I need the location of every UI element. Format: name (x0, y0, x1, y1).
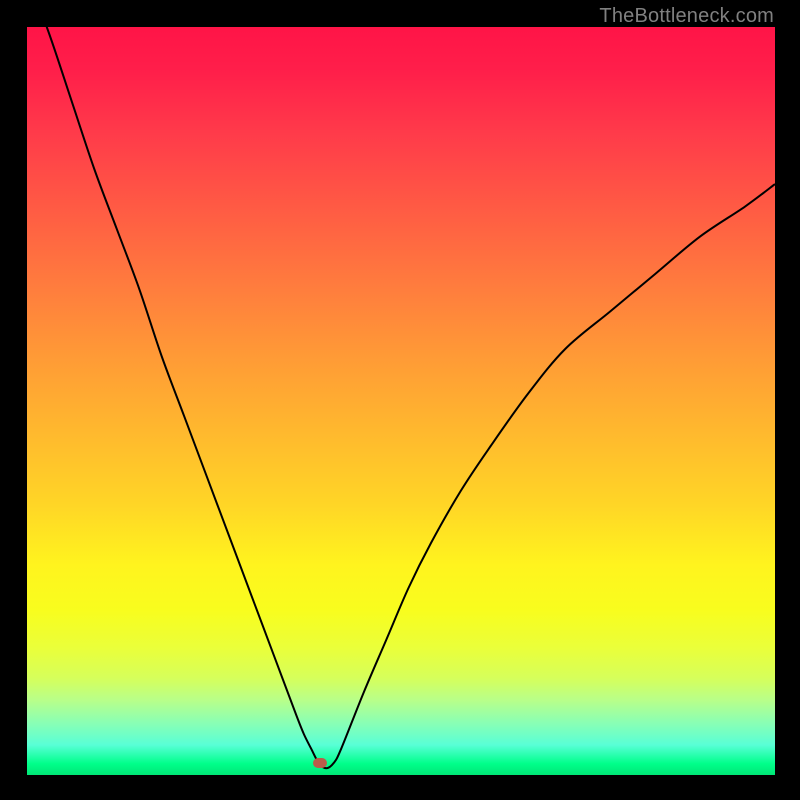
attribution-label: TheBottleneck.com (599, 5, 774, 28)
curve-path (27, 27, 775, 768)
minimum-marker (313, 758, 327, 768)
plot-area (27, 27, 775, 775)
curve-layer (27, 27, 775, 775)
chart-frame: TheBottleneck.com (0, 0, 800, 800)
